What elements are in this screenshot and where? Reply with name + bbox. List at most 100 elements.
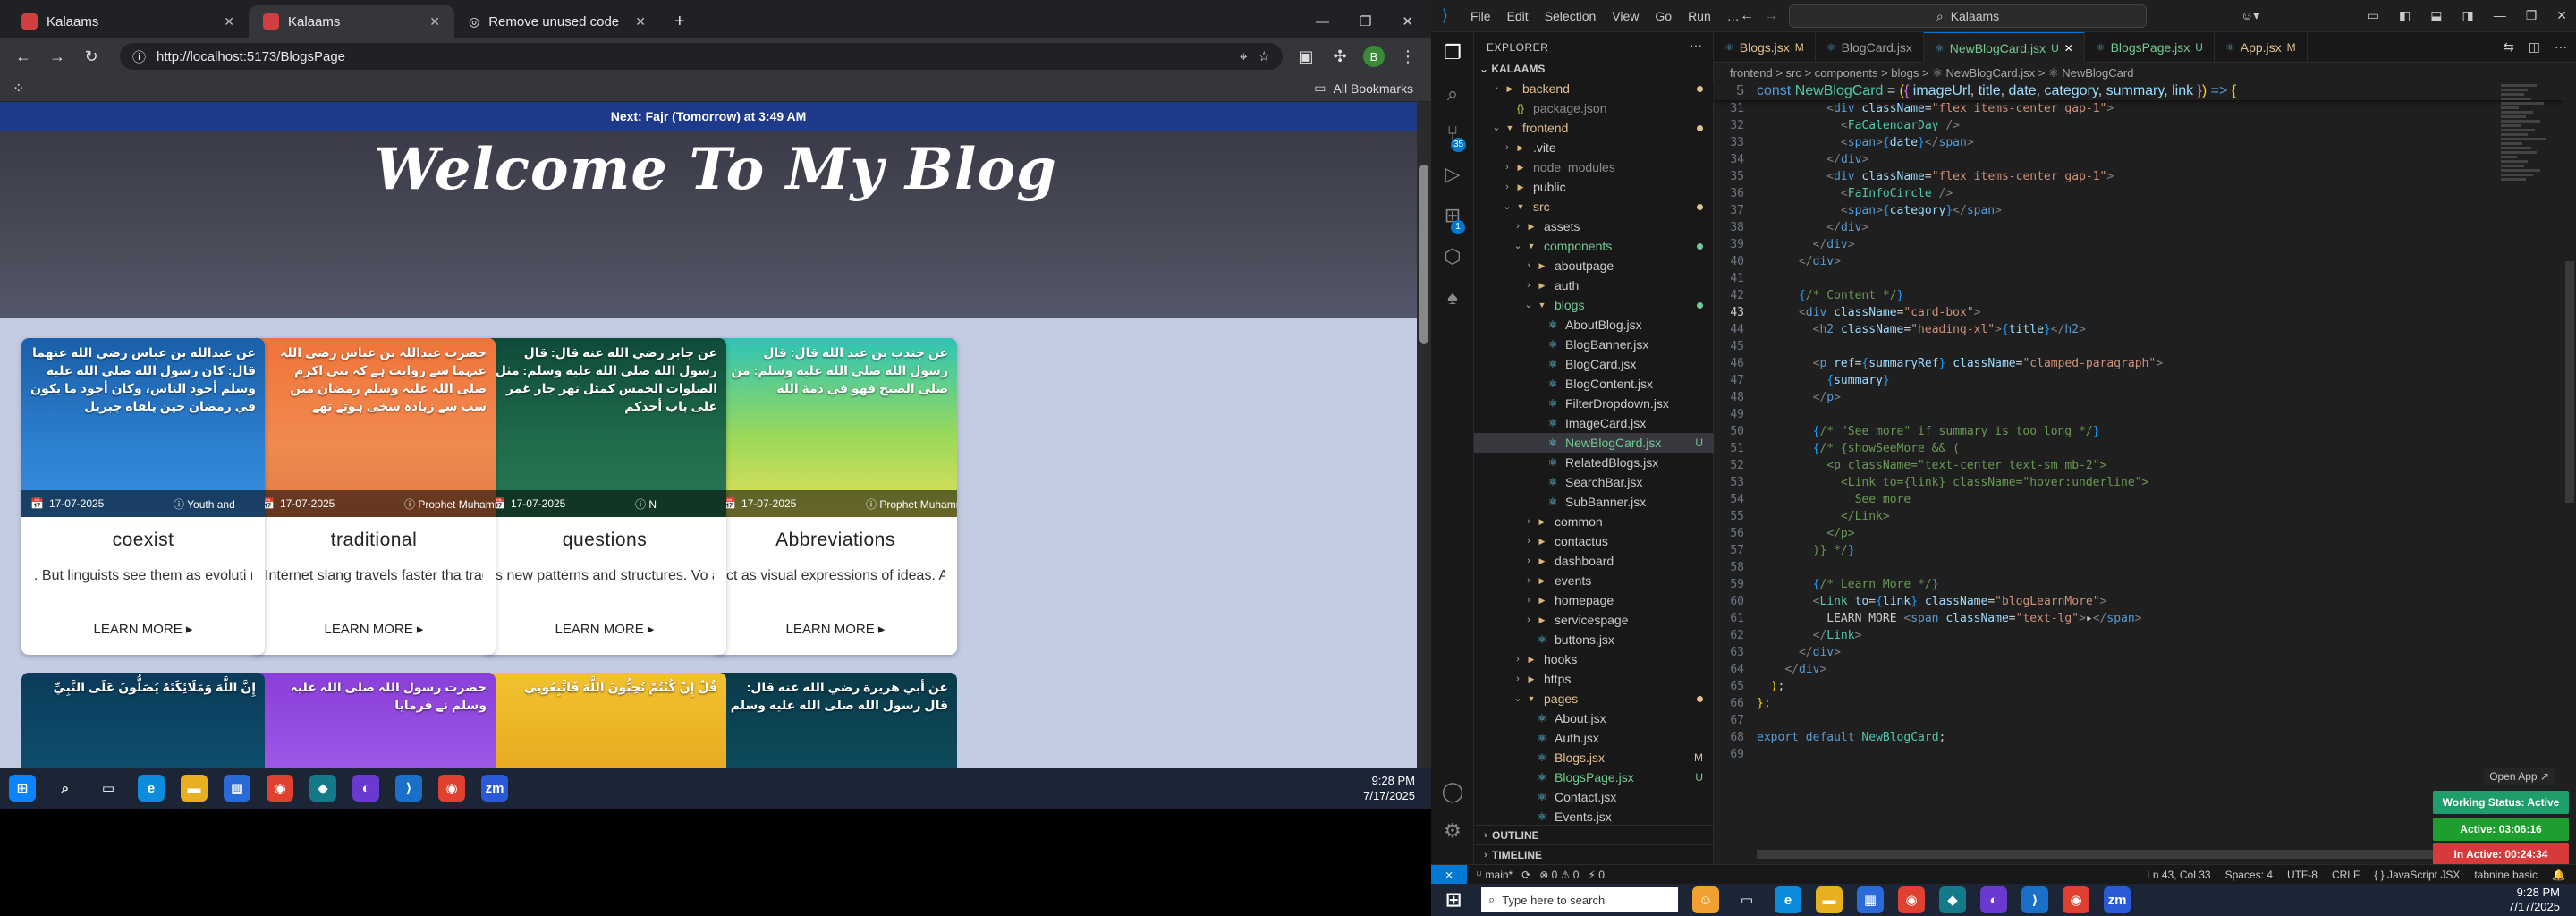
notifications-bell-icon[interactable]: 🔔 (2552, 869, 2565, 881)
sticky-scroll-line[interactable]: 5 const NewBlogCard = ({ imageUrl, title,… (1714, 82, 2576, 100)
blog-card[interactable]: عن جندب بن عبد الله قال: قال رسول الله ص… (714, 338, 957, 655)
split-editor-icon[interactable]: ◫ (2529, 39, 2540, 55)
close-icon[interactable]: ✕ (429, 14, 440, 30)
chrome-2-icon[interactable]: ◉ (438, 775, 465, 802)
extensions-puzzle-icon[interactable]: ✣ (1329, 47, 1351, 66)
folder-item[interactable]: › ▶ contactus (1474, 531, 1714, 551)
task-view-icon[interactable]: ▭ (95, 775, 122, 802)
folder-item[interactable]: › ▶ assets (1474, 216, 1714, 236)
kebab-menu-icon[interactable]: ⋮ (1397, 47, 1419, 66)
cursor-position[interactable]: Ln 43, Col 33 (2147, 869, 2210, 881)
back-icon[interactable]: ← (13, 47, 34, 66)
account-icon[interactable]: ◯ (1440, 780, 1465, 805)
zoom-icon[interactable]: zm (481, 775, 508, 802)
sync-icon[interactable]: ⟳ (1521, 869, 1530, 881)
folder-item[interactable]: › ▶ aboutpage (1474, 256, 1714, 276)
maximize-icon[interactable]: ❐ (2526, 8, 2538, 23)
blog-card[interactable]: قُلْ إِنْ كُنْتُمْ تُحِبُّونَ اللَّهَ فَ… (483, 673, 726, 768)
task-view-icon[interactable]: ▭ (1733, 886, 1760, 913)
menu-item-edit[interactable]: Edit (1507, 9, 1529, 23)
blog-card[interactable]: عن أبي هريرة رضي الله عنه قال: قال رسول … (714, 673, 957, 768)
layout-panel-icon[interactable]: ▭ (2368, 8, 2379, 23)
compare-icon[interactable]: ⇆ (2504, 39, 2514, 55)
folder-item[interactable]: › ▶ servicespage (1474, 610, 1714, 630)
folder-item[interactable]: › ▶ node_modules (1474, 157, 1714, 177)
timeline-section[interactable]: › TIMELINE (1474, 844, 1714, 864)
file-item[interactable]: ⚛ BlogContent.jsx (1474, 374, 1714, 394)
folder-item[interactable]: ⌄ ▼ frontend (1474, 118, 1714, 138)
file-item[interactable]: ⚛ NewBlogCard.jsx U (1474, 433, 1714, 453)
file-item[interactable]: ⚛ AboutBlog.jsx (1474, 315, 1714, 335)
close-icon[interactable]: ✕ (224, 14, 234, 30)
close-window-icon[interactable]: ✕ (2556, 8, 2567, 23)
extension-icon[interactable]: ▣ (1295, 47, 1317, 66)
store-icon[interactable]: ▦ (224, 775, 250, 802)
browser-tab-2[interactable]: Kalaams ✕ (249, 5, 454, 38)
breadcrumb[interactable]: frontend > src > components > blogs > ⚛ … (1730, 66, 2133, 81)
tabnine-status[interactable]: tabnine basic (2474, 869, 2538, 881)
browser-tab-1[interactable]: Kalaams ✕ (7, 5, 249, 38)
app-teal-icon[interactable]: ◆ (309, 775, 336, 802)
folder-item[interactable]: ⌄ ▼ components (1474, 236, 1714, 256)
bookmark-star-icon[interactable]: ☆ (1258, 48, 1270, 64)
editor-tab[interactable]: ⚛ BlogCard.jsx (1816, 32, 1924, 63)
file-item[interactable]: ⚛ Blogs.jsx M (1474, 748, 1714, 768)
new-tab-button[interactable]: + (660, 5, 699, 38)
ellipsis-icon[interactable]: ··· (1690, 38, 1702, 52)
taskbar-clock[interactable]: 9:28 PM 7/17/2025 (1363, 773, 1415, 803)
learn-more-link[interactable]: LEARN MORE ▸ (252, 621, 496, 637)
chrome-icon[interactable]: ◉ (1898, 886, 1925, 913)
open-app-button[interactable]: Open App ↗ (2484, 768, 2555, 785)
menu-item-view[interactable]: View (1612, 9, 1639, 23)
menu-item-file[interactable]: File (1470, 9, 1491, 23)
folder-item[interactable]: › ▶ public (1474, 177, 1714, 197)
file-item[interactable]: ⚛ ImageCard.jsx (1474, 413, 1714, 433)
copilot-icon[interactable]: ☺▾ (2241, 8, 2259, 23)
file-item[interactable]: {} package.json (1474, 98, 1714, 118)
file-item[interactable]: ⚛ FilterDropdown.jsx (1474, 394, 1714, 413)
problems-status[interactable]: ⊗ 0 ⚠ 0 (1539, 869, 1579, 881)
blog-card-image[interactable]: عن عبدالله بن عباس رضي الله عنهما قال: ك… (21, 338, 265, 517)
file-item[interactable]: ⚛ buttons.jsx (1474, 630, 1714, 649)
folder-item[interactable]: ⌄ ▼ blogs (1474, 295, 1714, 315)
minimap[interactable] (2501, 82, 2563, 306)
toggle-panel-icon[interactable]: ⬓ (2430, 8, 2442, 23)
encoding[interactable]: UTF-8 (2287, 869, 2318, 881)
address-bar[interactable]: ⓘ http://localhost:5173/BlogsPage ⌖ ☆ (120, 43, 1283, 70)
menu-item-more[interactable]: … (1727, 9, 1740, 23)
workspace-root[interactable]: ⌄ KALAAMS (1479, 63, 1545, 75)
file-item[interactable]: ⚛ RelatedBlogs.jsx (1474, 453, 1714, 472)
file-explorer-icon[interactable]: ▬ (181, 775, 208, 802)
folder-item[interactable]: › ▶ .vite (1474, 138, 1714, 157)
editor-tab[interactable]: ⚛ App.jsx M (2215, 32, 2308, 63)
blog-card-image[interactable]: حضرت عبداللہ بن عباس رضی اللہ عنہما سے ر… (252, 338, 496, 517)
folder-item[interactable]: › ▶ common (1474, 512, 1714, 531)
folder-item[interactable]: › ▶ https (1474, 669, 1714, 689)
folder-item[interactable]: › ▶ homepage (1474, 590, 1714, 610)
toggle-secondary-icon[interactable]: ◨ (2462, 8, 2473, 23)
editor-tab[interactable]: ⚛ BlogsPage.jsx U (2085, 32, 2215, 63)
chrome-2-icon[interactable]: ◉ (2063, 886, 2089, 913)
folder-item[interactable]: ⌄ ▼ src (1474, 197, 1714, 216)
forward-icon[interactable]: → (1764, 8, 1778, 24)
emoji-widget-icon[interactable]: ☺ (1692, 886, 1719, 913)
close-window-icon[interactable]: ✕ (1402, 13, 1413, 30)
editor-tab[interactable]: ⚛ NewBlogCard.jsx U ✕ (1923, 32, 2085, 63)
taskbar-clock[interactable]: 9:28 PM 7/17/2025 (2508, 886, 2560, 914)
close-icon[interactable]: ✕ (2064, 42, 2073, 55)
folder-item[interactable]: › ▶ dashboard (1474, 551, 1714, 571)
learn-more-link[interactable]: LEARN MORE ▸ (21, 621, 265, 637)
editor-scrollbar[interactable] (2563, 82, 2576, 825)
github-icon[interactable]: ◐ (1980, 886, 2007, 913)
back-icon[interactable]: ← (1740, 8, 1754, 24)
close-icon[interactable]: ✕ (635, 14, 646, 30)
indentation[interactable]: Spaces: 4 (2225, 869, 2273, 881)
mongodb-leaf-icon[interactable]: ♠ (1440, 286, 1465, 311)
toggle-sidebar-icon[interactable]: ◧ (2399, 8, 2411, 23)
zoom-icon[interactable]: zm (2104, 886, 2131, 913)
search-icon[interactable]: ⌕ (52, 775, 79, 802)
file-item[interactable]: ⚛ SubBanner.jsx (1474, 492, 1714, 512)
learn-more-link[interactable]: LEARN MORE ▸ (483, 621, 726, 637)
apps-grid-icon[interactable]: ⁘ (13, 80, 24, 98)
branch-status[interactable]: ⑂ main* (1476, 869, 1513, 881)
